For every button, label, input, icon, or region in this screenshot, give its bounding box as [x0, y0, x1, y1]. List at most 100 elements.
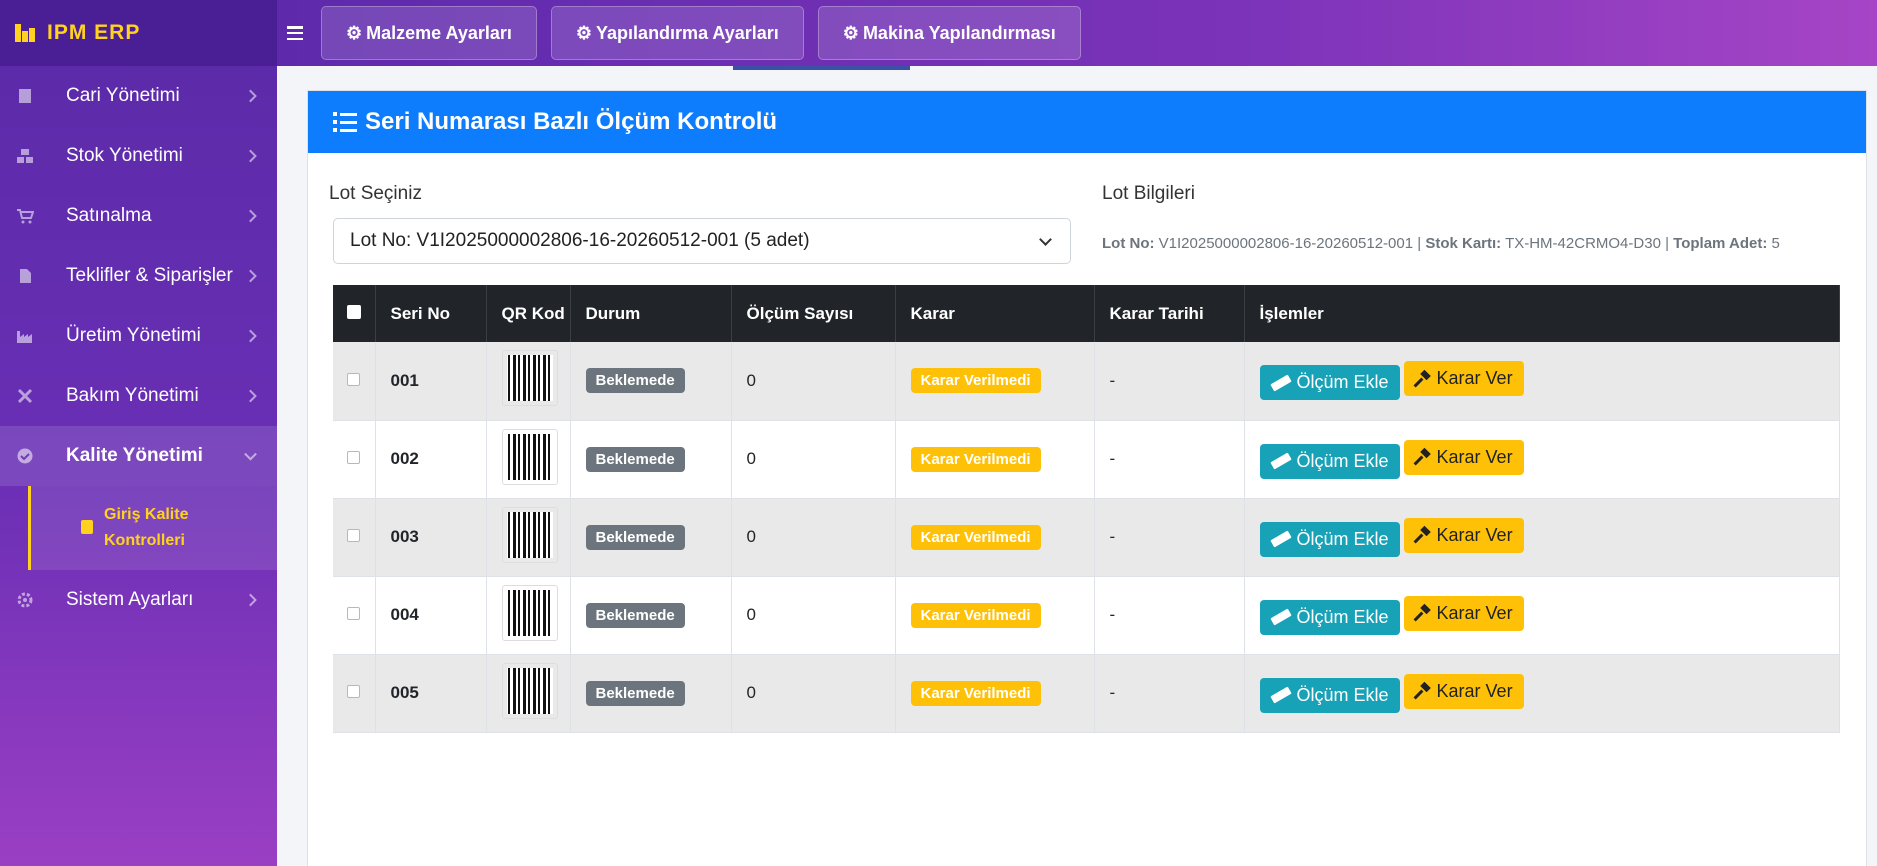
building-icon — [16, 87, 34, 105]
add-measurement-button[interactable]: Ölçüm Ekle — [1259, 521, 1400, 557]
decide-button[interactable]: Karar Ver — [1403, 361, 1524, 397]
yapilandirma-ayarlari-button[interactable]: ⚙ Yapılandırma Ayarları — [550, 6, 804, 60]
hamburger-menu-icon[interactable] — [287, 26, 303, 40]
qr-code-image[interactable] — [501, 506, 558, 563]
lot-select-value: Lot No: V1I2025000002806-16-20260512-001… — [350, 230, 810, 251]
gear-icon: ⚙ — [575, 22, 593, 43]
actions-cell: Ölçüm Ekle Karar Ver — [1244, 420, 1840, 499]
status-badge: Beklemede — [585, 446, 685, 472]
sidebar-item-stok[interactable]: Stok Yönetimi — [0, 126, 277, 186]
row-checkbox[interactable] — [347, 451, 360, 464]
lot-select[interactable]: Lot No: V1I2025000002806-16-20260512-001… — [333, 218, 1071, 264]
add-measurement-button[interactable]: Ölçüm Ekle — [1259, 443, 1400, 479]
separator: | — [1417, 235, 1422, 252]
factory-icon — [16, 327, 34, 345]
status-cell: Beklemede — [570, 420, 732, 499]
actions-cell: Ölçüm Ekle Karar Ver — [1244, 342, 1840, 421]
decision-badge: Karar Verilmedi — [910, 524, 1041, 550]
gavel-icon — [1415, 371, 1431, 387]
row-checkbox[interactable] — [347, 372, 360, 386]
decide-button[interactable]: Karar Ver — [1403, 439, 1524, 475]
row-checkbox[interactable] — [347, 685, 360, 698]
decision-date: - — [1094, 498, 1245, 577]
chevron-right-icon — [244, 269, 257, 283]
chevron-down-icon — [244, 447, 257, 461]
table-row: 002 Beklemede 0 Karar Verilmedi - Ölçüm … — [333, 420, 1840, 499]
row-select-cell — [333, 654, 376, 733]
sidebar: IPM ERP Cari Yönetimi Stok Yönetimi Satı… — [0, 0, 277, 866]
chevron-right-icon — [244, 329, 257, 343]
row-select-cell — [333, 576, 376, 655]
add-measurement-button[interactable]: Ölçüm Ekle — [1259, 365, 1400, 401]
qr-cell — [486, 498, 571, 577]
stock-label: Stok Kartı: — [1425, 235, 1502, 252]
actions-cell: Ölçüm Ekle Karar Ver — [1244, 654, 1840, 733]
check-circle-icon — [16, 447, 34, 465]
add-measurement-button[interactable]: Ölçüm Ekle — [1259, 599, 1400, 635]
add-measurement-button[interactable]: Ölçüm Ekle — [1259, 677, 1400, 713]
qr-cell — [486, 420, 571, 499]
sidebar-item-kalite[interactable]: Kalite Yönetimi — [0, 426, 277, 486]
decision-cell: Karar Verilmedi — [895, 498, 1095, 577]
malzeme-ayarlari-button[interactable]: ⚙ Malzeme Ayarları — [321, 6, 537, 60]
total-label: Toplam Adet: — [1673, 235, 1768, 252]
status-badge: Beklemede — [585, 680, 685, 706]
brand-name: IPM ERP — [47, 21, 141, 44]
serial-no: 004 — [375, 576, 487, 655]
decision-date: - — [1094, 654, 1245, 733]
row-select-cell — [333, 498, 376, 577]
row-select-cell — [333, 342, 376, 421]
row-checkbox[interactable] — [347, 529, 360, 542]
qr-code-image[interactable] — [501, 584, 558, 641]
sidebar-item-label: Kalite Yönetimi — [66, 445, 203, 466]
makina-yapilandirmasi-button[interactable]: ⚙ Makina Yapılandırması — [817, 6, 1081, 60]
button-label: Ölçüm Ekle — [1296, 606, 1389, 627]
row-checkbox[interactable] — [347, 607, 360, 620]
chevron-right-icon — [244, 389, 257, 403]
decision-date: - — [1094, 342, 1245, 421]
qr-code-image[interactable] — [501, 350, 558, 407]
submenu-item-label: Giriş Kalite Kontrolleri — [104, 506, 189, 549]
table-row: 004 Beklemede 0 Karar Verilmedi - Ölçüm … — [333, 576, 1840, 655]
gears-icon: ⚙ — [842, 22, 859, 43]
qr-cell — [486, 342, 571, 421]
submenu-item-giris-kalite[interactable]: Giriş Kalite Kontrolleri — [28, 486, 277, 570]
document-icon — [16, 267, 34, 285]
decide-button[interactable]: Karar Ver — [1403, 595, 1524, 631]
button-label: Makina Yapılandırması — [862, 22, 1056, 43]
decision-badge: Karar Verilmedi — [910, 680, 1041, 706]
measurement-count: 0 — [731, 342, 896, 421]
clipboard-check-icon — [81, 520, 93, 534]
select-all-checkbox[interactable] — [347, 304, 361, 319]
brand[interactable]: IPM ERP — [0, 0, 277, 66]
sidebar-item-label: Bakım Yönetimi — [66, 385, 199, 406]
measurement-count: 0 — [731, 498, 896, 577]
decision-date: - — [1094, 420, 1245, 499]
main-content: Seri Numarası Bazlı Ölçüm Kontrolü Lot S… — [277, 66, 1877, 866]
sidebar-item-uretim[interactable]: Üretim Yönetimi — [0, 306, 277, 366]
ruler-icon — [1269, 686, 1292, 704]
sidebar-item-bakim[interactable]: Bakım Yönetimi — [0, 366, 277, 426]
button-label: Ölçüm Ekle — [1296, 450, 1389, 471]
table-row: 005 Beklemede 0 Karar Verilmedi - Ölçüm … — [333, 654, 1840, 733]
decide-button[interactable]: Karar Ver — [1403, 673, 1524, 709]
sidebar-item-teklifler[interactable]: Teklifler & Siparişler — [0, 246, 277, 306]
lot-no-label: Lot No: — [1102, 235, 1155, 252]
gear-icon — [16, 591, 34, 609]
sidebar-item-cari[interactable]: Cari Yönetimi — [0, 66, 277, 126]
boxes-icon — [16, 147, 34, 165]
header-karar-tarihi: Karar Tarihi — [1094, 285, 1245, 342]
button-label: Karar Ver — [1436, 446, 1513, 467]
decide-button[interactable]: Karar Ver — [1403, 517, 1524, 553]
sidebar-item-label: Stok Yönetimi — [66, 145, 183, 166]
chevron-right-icon — [244, 89, 257, 103]
status-badge: Beklemede — [585, 368, 685, 394]
lot-info-label: Lot Bilgileri — [1102, 183, 1195, 204]
ruler-icon — [1269, 608, 1292, 626]
qr-code-image[interactable] — [501, 662, 558, 719]
qr-code-image[interactable] — [501, 428, 558, 485]
sidebar-item-sistem[interactable]: Sistem Ayarları — [0, 570, 277, 630]
sidebar-item-satinalma[interactable]: Satınalma — [0, 186, 277, 246]
serial-no: 005 — [375, 654, 487, 733]
decision-cell: Karar Verilmedi — [895, 576, 1095, 655]
